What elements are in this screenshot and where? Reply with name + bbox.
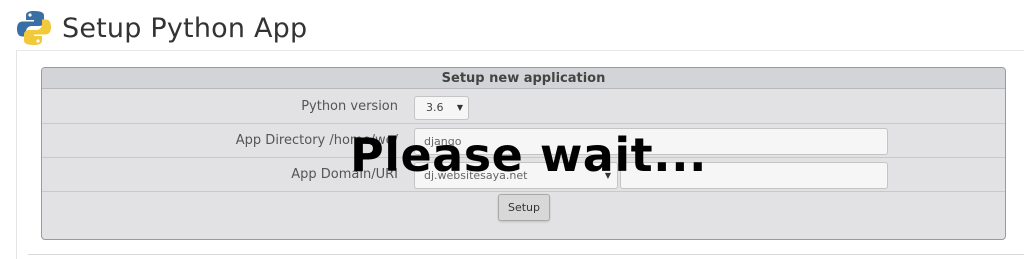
please-wait-overlay: Please wait... xyxy=(350,128,708,182)
panel-heading: Setup new application xyxy=(42,68,1005,89)
page-header: Setup Python App xyxy=(14,6,307,50)
setup-button[interactable]: Setup xyxy=(498,194,550,221)
python-version-row: Python version 3.6 ▼ xyxy=(42,90,1005,124)
python-version-select[interactable]: 3.6 ▼ xyxy=(414,96,469,120)
left-border xyxy=(16,50,17,259)
python-version-label: Python version xyxy=(301,99,398,114)
bottom-divider xyxy=(28,254,1024,255)
header-divider xyxy=(16,50,1024,51)
page-title: Setup Python App xyxy=(62,12,308,44)
python-version-value: 3.6 xyxy=(426,101,444,114)
chevron-down-icon: ▼ xyxy=(456,103,463,112)
python-logo-icon xyxy=(17,11,51,45)
